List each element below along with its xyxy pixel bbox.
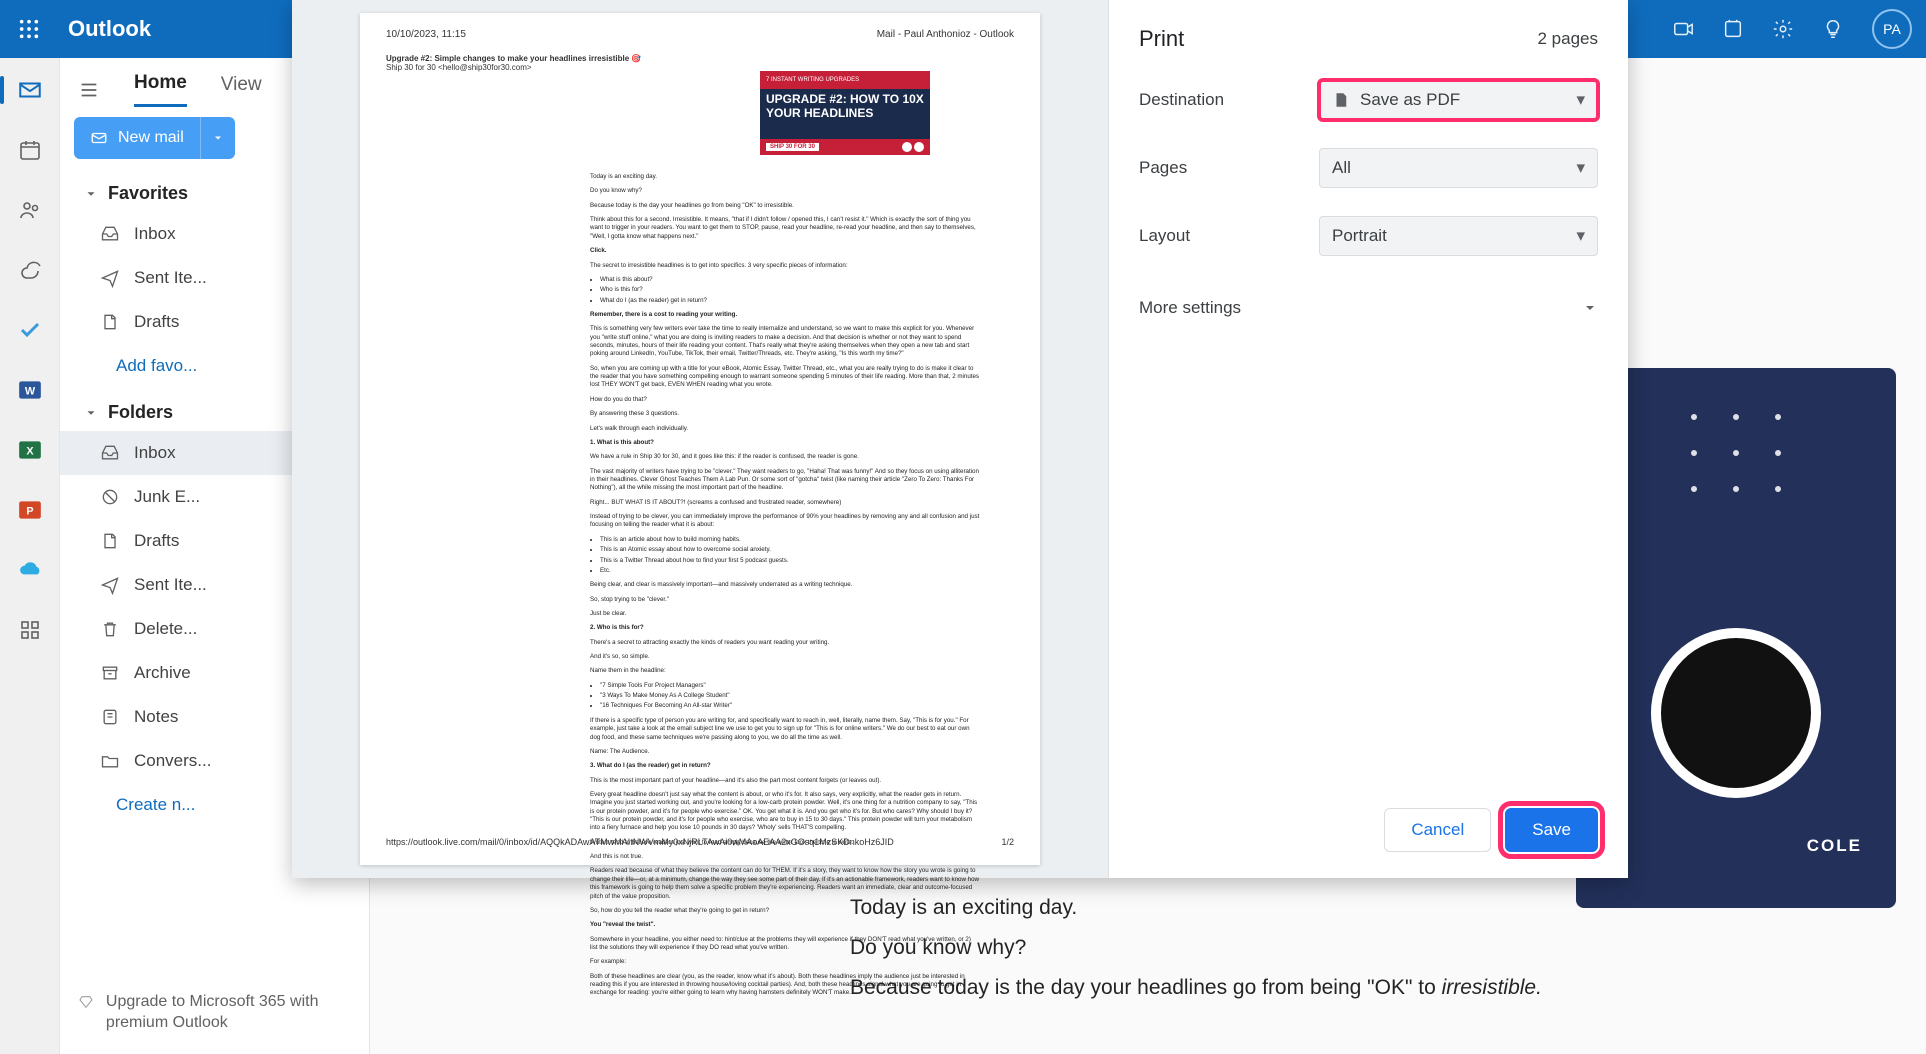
caret-down-icon: ▾ bbox=[1576, 90, 1585, 110]
tab-home[interactable]: Home bbox=[134, 72, 187, 107]
svg-text:X: X bbox=[26, 445, 34, 457]
rail-powerpoint-icon[interactable]: P bbox=[12, 492, 48, 528]
author-avatar bbox=[1651, 628, 1821, 798]
app-launcher-icon[interactable] bbox=[0, 0, 58, 58]
inbox-icon bbox=[100, 443, 120, 463]
user-avatar[interactable]: PA bbox=[1872, 9, 1912, 49]
rail-calendar-icon[interactable] bbox=[12, 132, 48, 168]
pdf-icon bbox=[1332, 91, 1350, 109]
destination-label: Destination bbox=[1139, 90, 1319, 110]
new-mail-label: New mail bbox=[118, 129, 184, 147]
layout-select[interactable]: Portrait ▾ bbox=[1319, 216, 1598, 256]
caret-down-icon: ▾ bbox=[1576, 226, 1585, 246]
preview-page-1: 10/10/2023, 11:15 Mail - Paul Anthonioz … bbox=[360, 13, 1040, 865]
rail-mail-icon[interactable] bbox=[12, 72, 48, 108]
mail-icon bbox=[90, 129, 108, 147]
archive-icon bbox=[100, 663, 120, 683]
hamburger-icon[interactable] bbox=[78, 79, 100, 101]
save-button[interactable]: Save bbox=[1505, 808, 1598, 852]
upsell-card[interactable]: Upgrade to Microsoft 365 with premium Ou… bbox=[60, 971, 369, 1054]
brand-title: Outlook bbox=[68, 16, 151, 42]
notes-icon[interactable] bbox=[1708, 0, 1758, 58]
more-settings-toggle[interactable]: More settings bbox=[1139, 284, 1598, 332]
app-rail: W X P bbox=[0, 58, 60, 1054]
print-preview-pane: 10/10/2023, 11:15 Mail - Paul Anthonioz … bbox=[292, 0, 1108, 878]
destination-select[interactable]: Save as PDF ▾ bbox=[1319, 80, 1598, 120]
rail-more-apps-icon[interactable] bbox=[12, 612, 48, 648]
print-title: Print bbox=[1139, 26, 1184, 52]
pages-select[interactable]: All ▾ bbox=[1319, 148, 1598, 188]
drafts-icon bbox=[100, 312, 120, 332]
preview-hero: 7 INSTANT WRITING UPGRADES UPGRADE #2: H… bbox=[760, 71, 930, 155]
teams-icon[interactable] bbox=[1658, 0, 1708, 58]
print-dialog: 10/10/2023, 11:15 Mail - Paul Anthonioz … bbox=[292, 0, 1628, 878]
sent-icon bbox=[100, 268, 120, 288]
pages-label: Pages bbox=[1139, 158, 1319, 178]
svg-text:W: W bbox=[24, 385, 35, 397]
rail-people-icon[interactable] bbox=[12, 192, 48, 228]
rail-files-icon[interactable] bbox=[12, 252, 48, 288]
message-body: Today is an exciting day. Do you know wh… bbox=[850, 888, 1846, 1008]
chevron-down-icon bbox=[1582, 300, 1598, 316]
sent-icon bbox=[100, 575, 120, 595]
trash-icon bbox=[100, 619, 120, 639]
diamond-icon bbox=[78, 991, 94, 1013]
rail-word-icon[interactable]: W bbox=[12, 372, 48, 408]
rail-onedrive-icon[interactable] bbox=[12, 552, 48, 588]
junk-icon bbox=[100, 487, 120, 507]
chevron-down-icon bbox=[84, 406, 98, 420]
drafts-icon bbox=[100, 531, 120, 551]
page-count: 2 pages bbox=[1538, 29, 1599, 49]
inbox-icon bbox=[100, 224, 120, 244]
author-name: COLE bbox=[1807, 836, 1862, 856]
svg-text:P: P bbox=[26, 505, 33, 517]
layout-label: Layout bbox=[1139, 226, 1319, 246]
print-settings-pane: Print 2 pages Destination Save as PDF ▾ … bbox=[1108, 0, 1628, 878]
cancel-button[interactable]: Cancel bbox=[1384, 808, 1491, 852]
new-mail-button[interactable]: New mail bbox=[74, 117, 235, 159]
chevron-down-icon bbox=[84, 187, 98, 201]
rail-excel-icon[interactable]: X bbox=[12, 432, 48, 468]
rail-todo-icon[interactable] bbox=[12, 312, 48, 348]
tab-view[interactable]: View bbox=[221, 74, 262, 106]
tips-icon[interactable] bbox=[1808, 0, 1858, 58]
new-mail-caret[interactable] bbox=[201, 117, 235, 159]
notes-icon bbox=[100, 707, 120, 727]
folder-icon bbox=[100, 751, 120, 771]
settings-icon[interactable] bbox=[1758, 0, 1808, 58]
caret-down-icon: ▾ bbox=[1576, 158, 1585, 178]
